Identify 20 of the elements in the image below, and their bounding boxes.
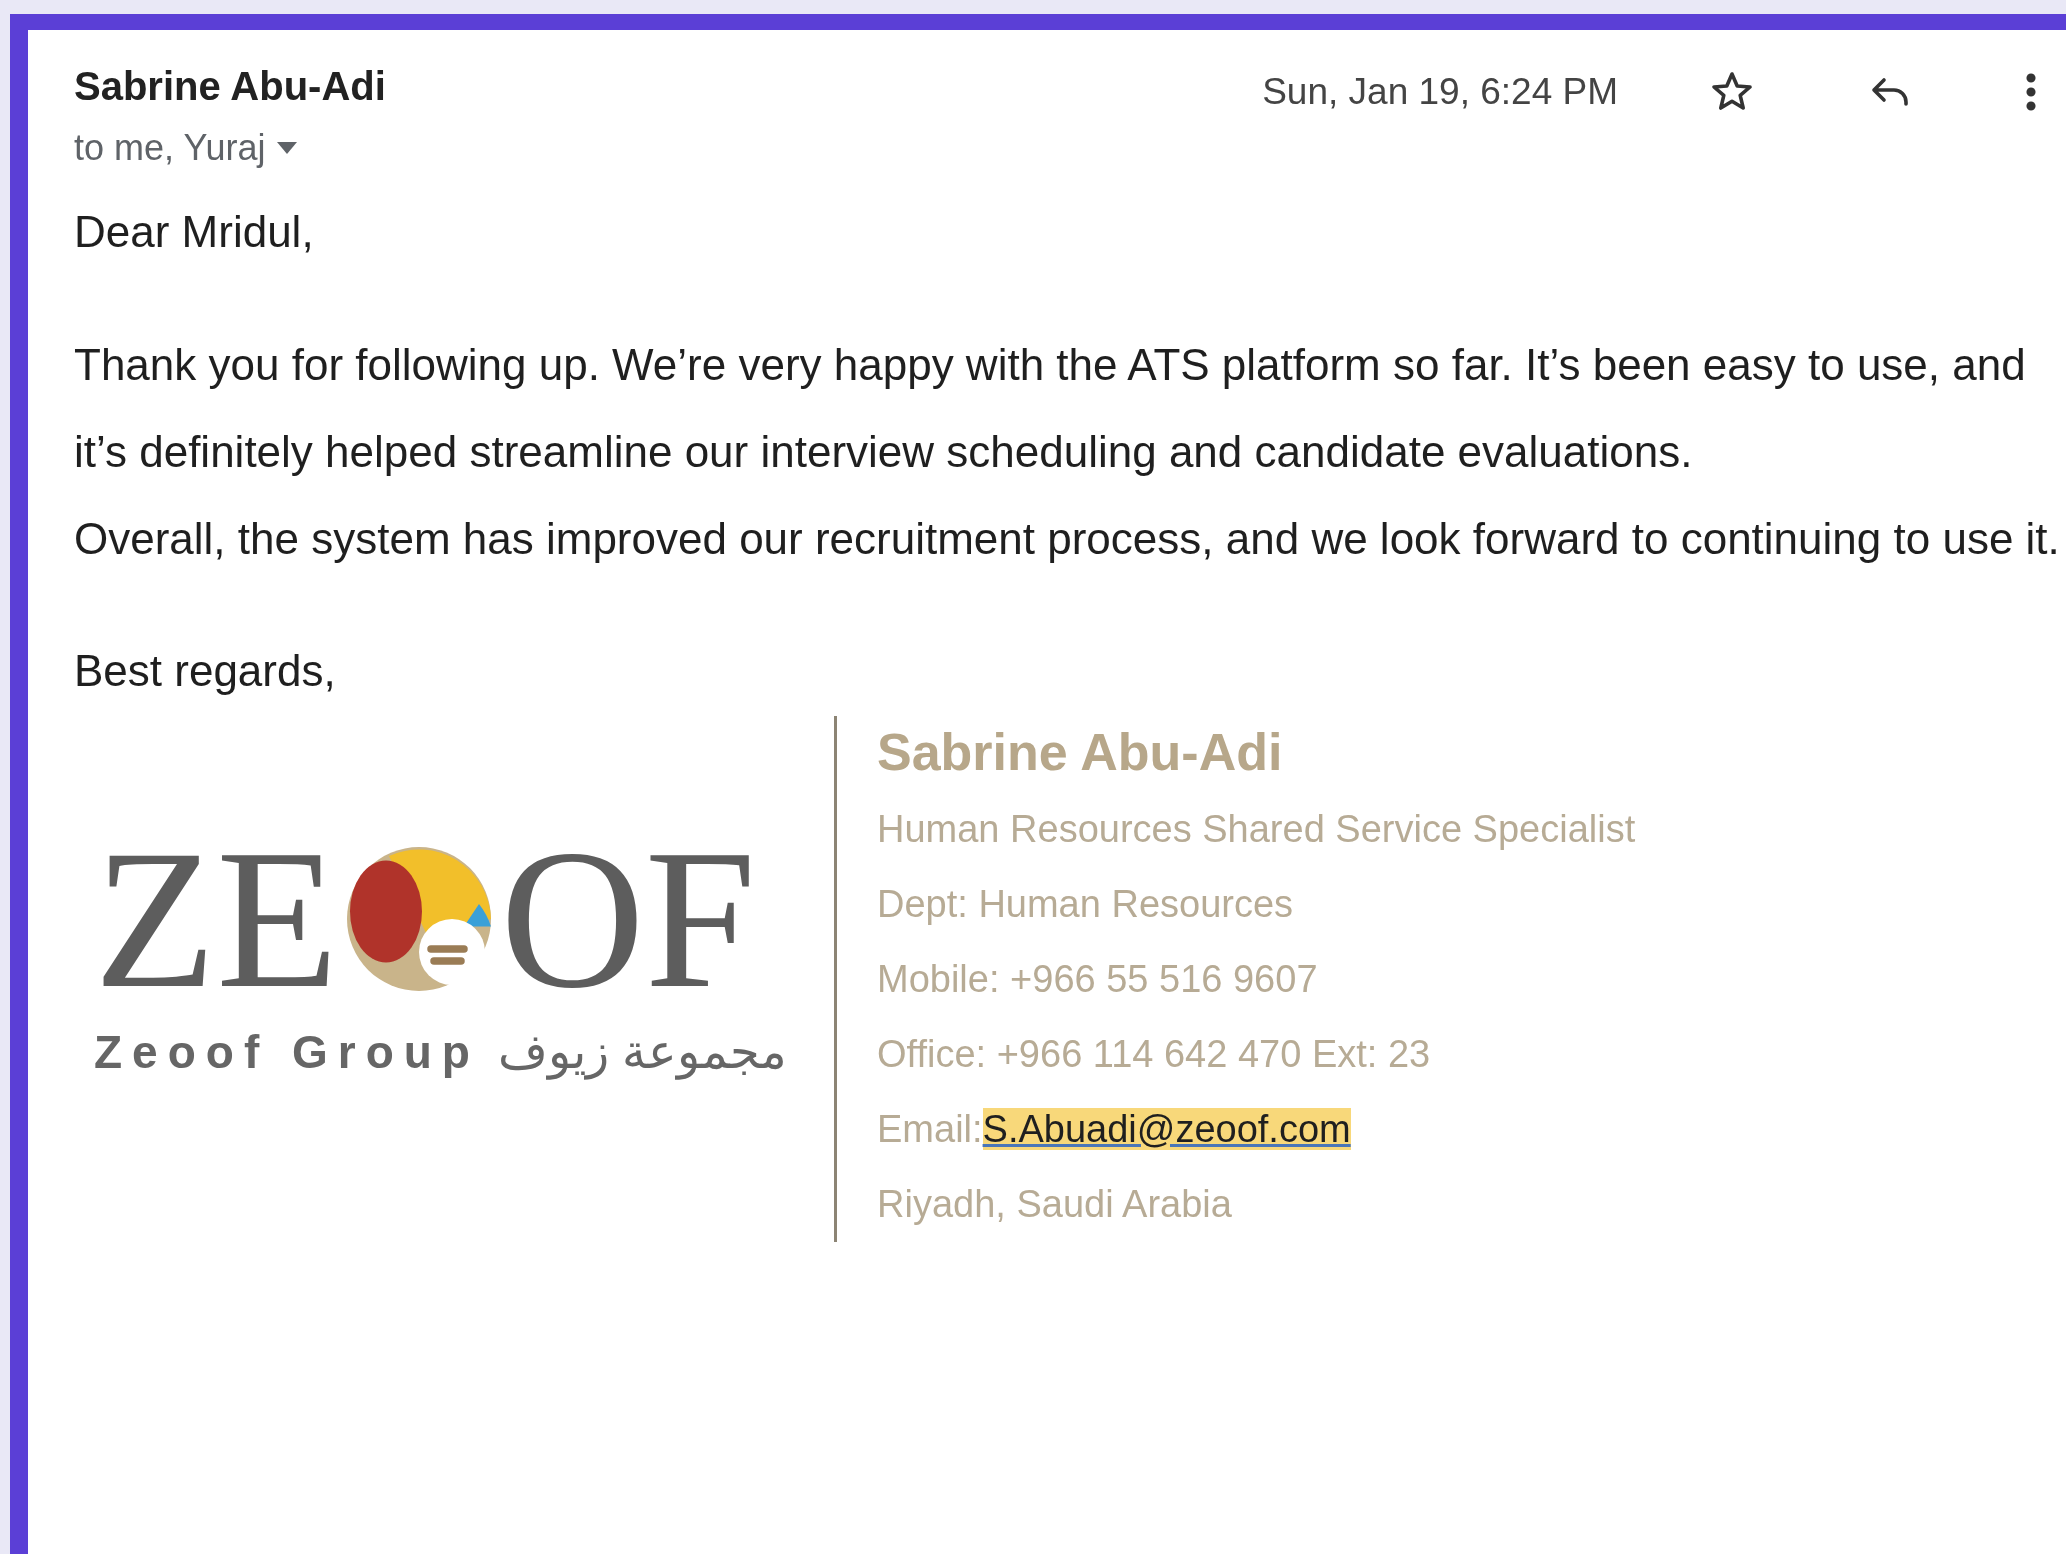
signature-line: Dept: Human Resources: [877, 882, 1295, 927]
sender-name: Sabrine Abu-Adi: [74, 64, 386, 109]
logo-tagline: Zeoof Group: [94, 1025, 480, 1079]
caret-icon: [277, 142, 298, 154]
logo-letters: OF: [500, 819, 756, 1019]
signature-name: Sabrine Abu-Adi: [877, 722, 1284, 782]
recipients-dropdown[interactable]: to me, Yuraj: [74, 127, 298, 169]
logo-letters: ZE: [94, 819, 339, 1019]
email-date: Sun, Jan 19, 6:24 PM: [1262, 71, 1618, 113]
signature-line: Riyadh, Saudi Arabia: [877, 1182, 1233, 1227]
signature-line: Office: +966 114 642 470 Ext: 23: [877, 1032, 1432, 1077]
greeting-text: Dear Mridul,: [74, 207, 315, 257]
body-paragraph: Overall, the system has improved our recruitment process, and we look forward to continuing to use it.: [74, 513, 2061, 565]
closing-text: Best regards,: [74, 646, 337, 696]
signature-line: Mobile: +966 55 516 9607: [877, 957, 1319, 1002]
logo-arabic-tagline: مجموعة زيوف: [497, 1024, 788, 1079]
email-label: Email:: [877, 1108, 983, 1150]
signature-line: Human Resources Shared Service Specialist: [877, 807, 1636, 852]
email-link[interactable]: S.Abuadi@zeoof.com: [982, 1108, 1351, 1150]
body-paragraph: Thank you for following up. We’re very happy with the ATS platform so far. It’s been easy to use, and it’s definitely helped streamline our interview scheduling and candidate evaluations.: [74, 339, 2027, 478]
